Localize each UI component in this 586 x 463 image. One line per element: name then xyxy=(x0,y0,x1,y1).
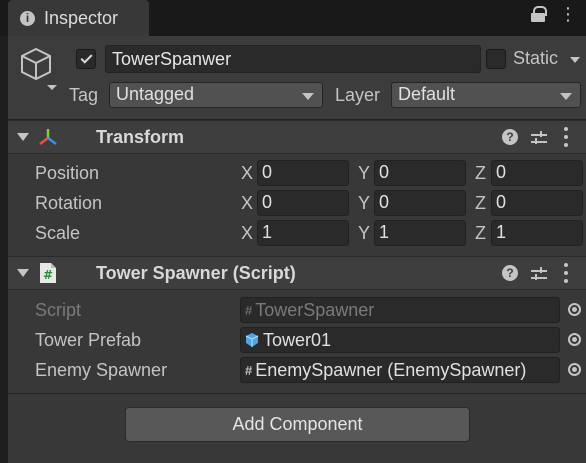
axis-y-label: Y xyxy=(358,163,371,183)
presets-icon[interactable] xyxy=(530,265,548,283)
script-value: TowerSpawner xyxy=(255,299,375,320)
script-component-header[interactable]: # Tower Spawner (Script) ? xyxy=(8,256,586,290)
scale-y-field[interactable]: 1 xyxy=(374,220,466,246)
gameobject-name-field[interactable]: TowerSpanwer xyxy=(105,45,481,73)
foldout-arrow-icon[interactable] xyxy=(17,269,29,277)
chevron-down-icon xyxy=(560,93,572,100)
tower-prefab-field[interactable]: Tower01 xyxy=(240,327,560,353)
layer-dropdown[interactable]: Default xyxy=(391,82,581,108)
position-x-field[interactable]: 0 xyxy=(257,160,349,186)
tower-prefab-label: Tower Prefab xyxy=(35,330,142,350)
object-picker-icon xyxy=(568,303,581,316)
axis-z-label: Z xyxy=(475,193,486,213)
axis-z-label: Z xyxy=(475,163,486,183)
scale-x-field[interactable]: 1 xyxy=(257,220,349,246)
prefab-cube-icon xyxy=(245,333,259,347)
gameobject-cube-icon[interactable] xyxy=(18,46,58,90)
help-icon[interactable]: ? xyxy=(502,265,518,281)
rotation-x-field[interactable]: 0 xyxy=(257,190,349,216)
transform-title: Transform xyxy=(96,127,185,147)
presets-icon[interactable] xyxy=(530,129,548,147)
axis-y-label: Y xyxy=(358,223,371,243)
scale-label: Scale xyxy=(35,223,81,243)
help-icon[interactable]: ? xyxy=(502,129,518,145)
scale-z-field[interactable]: 1 xyxy=(491,220,583,246)
lock-icon[interactable] xyxy=(531,6,547,22)
info-icon: i xyxy=(20,10,35,26)
inspector-panel: TowerSpanwer Static Tag Untagged Layer D… xyxy=(8,36,586,463)
gameobject-active-checkbox[interactable] xyxy=(76,49,96,69)
position-label: Position xyxy=(35,163,100,183)
component-menu-icon[interactable] xyxy=(564,127,568,147)
tag-value: Untagged xyxy=(116,84,195,104)
enemy-spawner-label: Enemy Spawner xyxy=(35,360,168,380)
gameobject-header: TowerSpanwer Static Tag Untagged Layer D… xyxy=(8,36,586,120)
object-picker-icon[interactable] xyxy=(568,333,581,346)
position-y-field[interactable]: 0 xyxy=(374,160,466,186)
tower-prefab-value: Tower01 xyxy=(263,329,332,350)
more-options-icon[interactable]: ⋮ xyxy=(559,5,577,23)
enemy-spawner-value: EnemySpawner (EnemySpawner) xyxy=(255,359,527,380)
static-checkbox[interactable] xyxy=(486,49,506,69)
add-component-button[interactable]: Add Component xyxy=(125,407,470,442)
script-icon: # xyxy=(245,302,253,318)
layer-value: Default xyxy=(398,84,456,104)
script-file-icon: # xyxy=(40,263,56,283)
static-dropdown-arrow-icon[interactable] xyxy=(570,57,580,63)
tab-actions: ⋮ xyxy=(531,5,577,23)
position-z-field[interactable]: 0 xyxy=(491,160,583,186)
rotation-label: Rotation xyxy=(35,193,103,213)
tab-bar: i Inspector ⋮ xyxy=(0,0,586,36)
tab-title: Inspector xyxy=(44,7,119,28)
transform-header[interactable]: Transform ? xyxy=(8,120,586,154)
script-component-title: Tower Spawner (Script) xyxy=(96,263,296,283)
axis-y-label: Y xyxy=(358,193,371,213)
tab-inspector[interactable]: i Inspector xyxy=(8,0,149,36)
axis-x-label: X xyxy=(241,163,254,183)
script-icon: # xyxy=(245,362,253,378)
component-menu-icon[interactable] xyxy=(564,263,568,283)
checkmark-icon xyxy=(79,51,93,64)
chevron-down-icon xyxy=(302,93,314,100)
static-label: Static xyxy=(513,48,559,68)
script-field: # TowerSpawner xyxy=(240,297,560,323)
layer-label: Layer xyxy=(335,85,381,105)
tag-dropdown[interactable]: Untagged xyxy=(109,82,323,108)
axis-z-label: Z xyxy=(475,223,486,243)
divider xyxy=(8,393,586,394)
axis-x-label: X xyxy=(241,223,254,243)
script-label: Script xyxy=(35,300,82,320)
axis-x-label: X xyxy=(241,193,254,213)
transform-gizmo-icon xyxy=(39,129,57,145)
svg-text:#: # xyxy=(43,268,53,282)
rotation-y-field[interactable]: 0 xyxy=(374,190,466,216)
rotation-z-field[interactable]: 0 xyxy=(491,190,583,216)
object-picker-icon[interactable] xyxy=(568,363,581,376)
enemy-spawner-field[interactable]: # EnemySpawner (EnemySpawner) xyxy=(240,357,560,383)
foldout-arrow-icon[interactable] xyxy=(17,133,29,141)
tag-label: Tag xyxy=(69,85,99,105)
